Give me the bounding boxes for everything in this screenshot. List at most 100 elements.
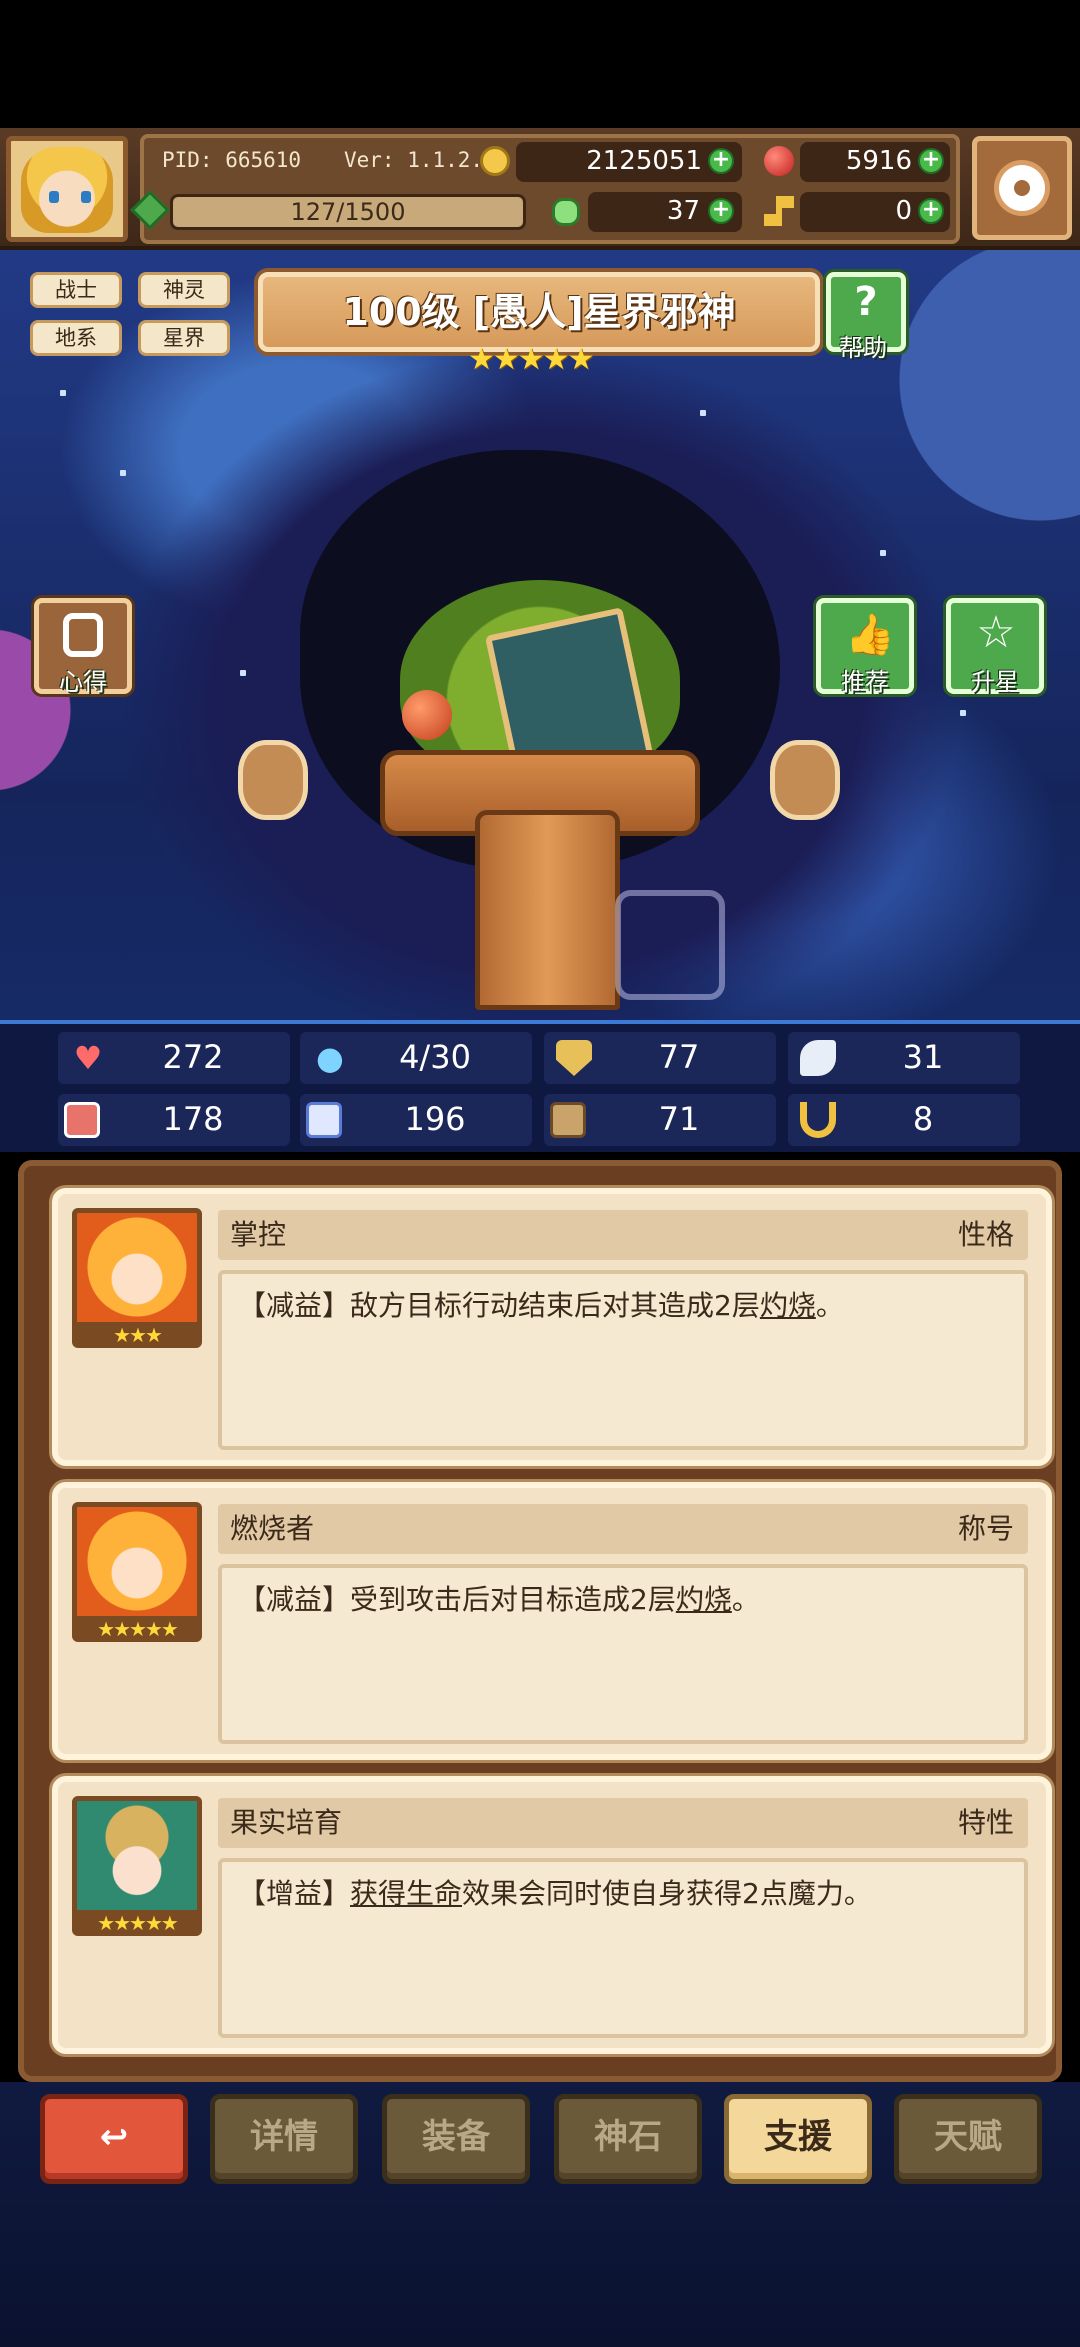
- trait-card[interactable]: ★★★★★ 果实培育 特性 【增益】获得生命效果会同时使自身获得2点魔力。: [52, 1776, 1052, 2054]
- hero-scene: 战士 神灵 地系 星界 100级 [愚人]星界邪神 ★★★★★ ? 帮助 心得 …: [0, 250, 1080, 1020]
- stat-attack: 178: [58, 1094, 290, 1146]
- stat-magic-value: 196: [404, 1100, 466, 1138]
- add-red-gem-button[interactable]: +: [918, 148, 944, 174]
- star-sparkle: [120, 470, 126, 476]
- hero-stars: ★★★★★: [468, 342, 594, 377]
- trait-description-box: 【减益】受到攻击后对目标造成2层灼烧。: [218, 1564, 1028, 1744]
- stat-luck-value: 8: [912, 1100, 934, 1138]
- fist-icon: [64, 1102, 100, 1138]
- tab-details[interactable]: 详情: [210, 2094, 358, 2184]
- energy-value: 127/1500: [290, 198, 406, 226]
- hero-title-plate: 100级 [愚人]星界邪神: [258, 272, 820, 352]
- status-bar: [0, 0, 1080, 128]
- creature-trunk: [475, 810, 620, 1010]
- help-label: 帮助: [839, 334, 887, 362]
- tab-equipment[interactable]: 装备: [382, 2094, 530, 2184]
- settings-button[interactable]: [972, 136, 1072, 240]
- key-icon: [764, 196, 794, 226]
- trait-desc-text: 。: [815, 1289, 844, 1322]
- resource-panel: PID: 665610 Ver: 1.1.2.2 2125051 + 5916 …: [130, 134, 960, 244]
- red-orb-icon: [402, 690, 452, 740]
- support-traits-panel: ★★★ 掌控 性格 【减益】敌方目标行动结束后对其造成2层灼烧。 ★★★★★ 燃…: [18, 1160, 1062, 2082]
- back-button[interactable]: ↩: [40, 2094, 188, 2184]
- energy-clover-icon: [130, 190, 170, 230]
- red-gem-value: 5916: [845, 146, 912, 176]
- water-drop-icon: ●: [316, 1039, 344, 1077]
- star-sparkle: [700, 410, 706, 416]
- scroll-icon: [63, 613, 103, 657]
- stats-strip: ♥ 272 ● 4/30 77 31 178 196 71 8: [0, 1020, 1080, 1152]
- stat-defense: 77: [544, 1032, 776, 1084]
- star-sparkle: [880, 550, 886, 556]
- gold-value: 2125051: [586, 146, 702, 176]
- stat-health: ♥ 272: [58, 1032, 290, 1084]
- trait-card[interactable]: ★★★★★ 燃烧者 称号 【减益】受到攻击后对目标造成2层灼烧。: [52, 1482, 1052, 1760]
- trait-portrait-stars: ★★★★★: [72, 1616, 202, 1642]
- horseshoe-icon: [800, 1102, 836, 1138]
- trait-keyword-link[interactable]: 获得生命: [350, 1877, 462, 1910]
- recommend-label: 推荐: [841, 668, 889, 696]
- trait-keyword-link[interactable]: 灼烧: [676, 1583, 732, 1616]
- stat-magic: 196: [300, 1094, 532, 1146]
- right-rune-icon: [770, 740, 840, 820]
- trait-portrait-stars: ★★★: [72, 1322, 202, 1348]
- avatar-eye: [81, 191, 91, 203]
- player-avatar[interactable]: [6, 136, 128, 242]
- player-id: PID: 665610: [162, 148, 302, 172]
- add-key-button[interactable]: +: [918, 198, 944, 224]
- trait-card[interactable]: ★★★ 掌控 性格 【减益】敌方目标行动结束后对其造成2层灼烧。: [52, 1188, 1052, 1466]
- trait-portrait-stars: ★★★★★: [72, 1910, 202, 1936]
- magic-shield-icon: [550, 1102, 586, 1138]
- tag-warrior[interactable]: 战士: [30, 272, 122, 308]
- left-rune-icon: [238, 740, 308, 820]
- stat-attack-value: 178: [162, 1100, 224, 1138]
- red-gem-icon: [764, 146, 794, 176]
- stat-speed-value: 31: [902, 1038, 944, 1076]
- stat-luck: 8: [788, 1094, 1020, 1146]
- trait-portrait: [72, 1502, 202, 1632]
- trait-name: 果实培育: [230, 1806, 343, 1839]
- tab-god-stone[interactable]: 神石: [554, 2094, 702, 2184]
- tab-talent[interactable]: 天赋: [894, 2094, 1042, 2184]
- hero-title: 100级 [愚人]星界邪神: [342, 290, 736, 334]
- avatar-portrait: [21, 147, 113, 233]
- trait-desc-text: 【增益】: [238, 1877, 351, 1910]
- tag-astral[interactable]: 星界: [138, 320, 230, 356]
- upgrade-star-label: 升星: [971, 668, 1019, 696]
- stat-health-value: 272: [162, 1038, 224, 1076]
- trait-description-box: 【增益】获得生命效果会同时使自身获得2点魔力。: [218, 1858, 1028, 2038]
- gold-coin-icon: [480, 146, 510, 176]
- tab-support[interactable]: 支援: [724, 2094, 872, 2184]
- insight-label: 心得: [59, 668, 107, 696]
- game-version: Ver: 1.1.2.2: [344, 148, 496, 172]
- trait-desc-text: 【减益】受到攻击后对目标造成2层: [238, 1583, 676, 1616]
- trait-header: 掌控 性格: [218, 1210, 1028, 1260]
- shield-icon: [556, 1040, 592, 1076]
- resource-bar: PID: 665610 Ver: 1.1.2.2 2125051 + 5916 …: [0, 128, 1080, 250]
- stat-speed: 31: [788, 1032, 1020, 1084]
- wing-icon: [800, 1040, 836, 1076]
- star-sparkle: [240, 670, 246, 676]
- star-sparkle: [960, 710, 966, 716]
- play-animation-icon[interactable]: [615, 890, 725, 1000]
- key-value: 0: [895, 196, 912, 226]
- trait-desc-text: 。: [731, 1583, 760, 1616]
- stat-defense-value: 77: [658, 1038, 700, 1076]
- star-sparkle: [60, 390, 66, 396]
- back-arrow-icon: ↩: [99, 2117, 129, 2157]
- tag-earth[interactable]: 地系: [30, 320, 122, 356]
- trait-keyword-link[interactable]: 灼烧: [760, 1289, 816, 1322]
- tag-deity[interactable]: 神灵: [138, 272, 230, 308]
- gear-icon: [999, 165, 1045, 211]
- trait-name: 掌控: [230, 1218, 287, 1251]
- stat-mana: ● 4/30: [300, 1032, 532, 1084]
- thumbs-up-icon: 👍: [845, 612, 895, 658]
- stat-magic-defense-value: 71: [658, 1100, 700, 1138]
- trait-description: 【增益】获得生命效果会同时使自身获得2点魔力。: [238, 1874, 1008, 1914]
- add-clover-button[interactable]: +: [708, 198, 734, 224]
- clover-icon: [552, 198, 580, 226]
- trait-name: 燃烧者: [230, 1512, 315, 1545]
- trait-type: 特性: [957, 1806, 1014, 1839]
- add-gold-button[interactable]: +: [708, 148, 734, 174]
- stat-mana-value: 4/30: [399, 1038, 471, 1076]
